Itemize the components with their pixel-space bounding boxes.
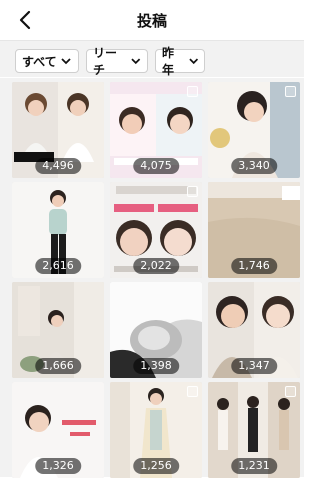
post-thumbnail[interactable]: 1,398: [110, 282, 202, 378]
post-thumbnail[interactable]: 1,231: [208, 382, 300, 478]
filter-label: すべて: [22, 54, 57, 69]
reach-count: 3,340: [231, 158, 277, 174]
reach-count: 1,256: [133, 458, 179, 474]
filter-period-dropdown[interactable]: 昨年: [155, 46, 205, 77]
chevron-down-icon: [131, 58, 141, 65]
post-thumbnail[interactable]: 1,326: [12, 382, 104, 478]
post-thumbnail[interactable]: 1,347: [208, 282, 300, 378]
top-bar: 投稿: [0, 0, 304, 40]
reach-count: 4,075: [133, 158, 179, 174]
post-thumbnail[interactable]: 2,022: [110, 182, 202, 278]
reach-count: 4,496: [35, 158, 81, 174]
reach-count: 2,022: [133, 258, 179, 274]
post-thumbnail[interactable]: 1,666: [12, 282, 104, 378]
carousel-icon: [187, 86, 198, 97]
reach-count: 1,326: [35, 458, 81, 474]
reach-count: 2,616: [35, 258, 81, 274]
post-thumbnail[interactable]: 3,340: [208, 82, 300, 178]
filter-label: 昨年: [162, 46, 175, 77]
post-thumbnail[interactable]: 4,075: [110, 82, 202, 178]
page-title: 投稿: [136, 12, 167, 30]
filter-bar: すべて リーチ 昨年: [0, 40, 304, 77]
post-grid: 4,496 4,075 3,340 2,616 2,022 1,746 1,66…: [0, 78, 304, 478]
filter-label: リーチ: [93, 46, 118, 77]
filter-reach-dropdown[interactable]: リーチ: [86, 46, 148, 77]
chevron-down-icon: [61, 58, 71, 65]
reach-count: 1,347: [231, 358, 277, 374]
post-thumbnail[interactable]: 2,616: [12, 182, 104, 278]
reach-count: 1,398: [133, 358, 179, 374]
carousel-icon: [187, 186, 198, 197]
reach-count: 1,231: [231, 458, 277, 474]
reach-count: 1,666: [35, 358, 81, 374]
carousel-icon: [285, 86, 296, 97]
post-thumbnail[interactable]: 4,496: [12, 82, 104, 178]
carousel-icon: [187, 386, 198, 397]
filter-all-dropdown[interactable]: すべて: [15, 49, 79, 73]
carousel-icon: [285, 386, 296, 397]
post-thumbnail[interactable]: 1,256: [110, 382, 202, 478]
reach-count: 1,746: [231, 258, 277, 274]
post-thumbnail[interactable]: 1,746: [208, 182, 300, 278]
chevron-down-icon: [188, 58, 198, 65]
